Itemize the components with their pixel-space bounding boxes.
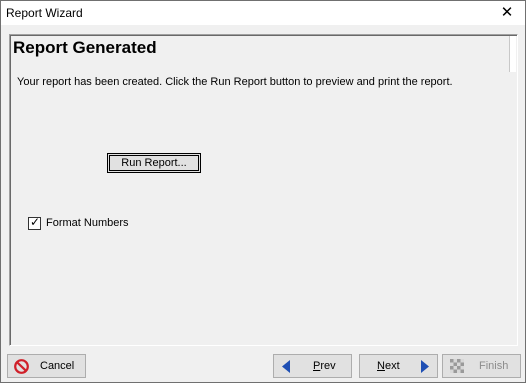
page-title: Report Generated: [13, 38, 157, 57]
prev-button[interactable]: Prev: [273, 354, 352, 378]
scrollbar[interactable]: [509, 36, 516, 72]
description-text: Your report has been created. Click the …: [17, 76, 453, 88]
finish-label: Finish: [479, 360, 509, 372]
prev-label: Prev: [313, 360, 336, 372]
format-numbers-checkbox[interactable]: ✓: [28, 215, 41, 230]
no-entry-icon: [14, 359, 29, 374]
cancel-button[interactable]: Cancel: [7, 354, 86, 378]
title-bar[interactable]: Report Wizard ✕: [1, 1, 525, 25]
window-title: Report Wizard: [6, 6, 83, 20]
next-button[interactable]: Next: [359, 354, 438, 378]
cancel-label: Cancel: [40, 360, 75, 372]
format-numbers-label: Format Numbers: [46, 217, 129, 229]
wizard-content-panel: Report Generated Your report has been cr…: [9, 34, 518, 346]
report-wizard-window: Report Wizard ✕ Report Generated Your re…: [0, 0, 526, 383]
run-report-button[interactable]: Run Report...: [107, 153, 201, 173]
finish-button[interactable]: Finish: [442, 354, 521, 378]
checkmark-icon: ✓: [30, 215, 41, 229]
close-icon[interactable]: ✕: [489, 1, 525, 25]
arrow-right-icon: [421, 360, 429, 373]
run-report-label: Run Report...: [121, 157, 187, 169]
arrow-left-icon: [282, 360, 290, 373]
checkered-flag-icon: [450, 359, 464, 373]
next-label: Next: [377, 360, 400, 372]
